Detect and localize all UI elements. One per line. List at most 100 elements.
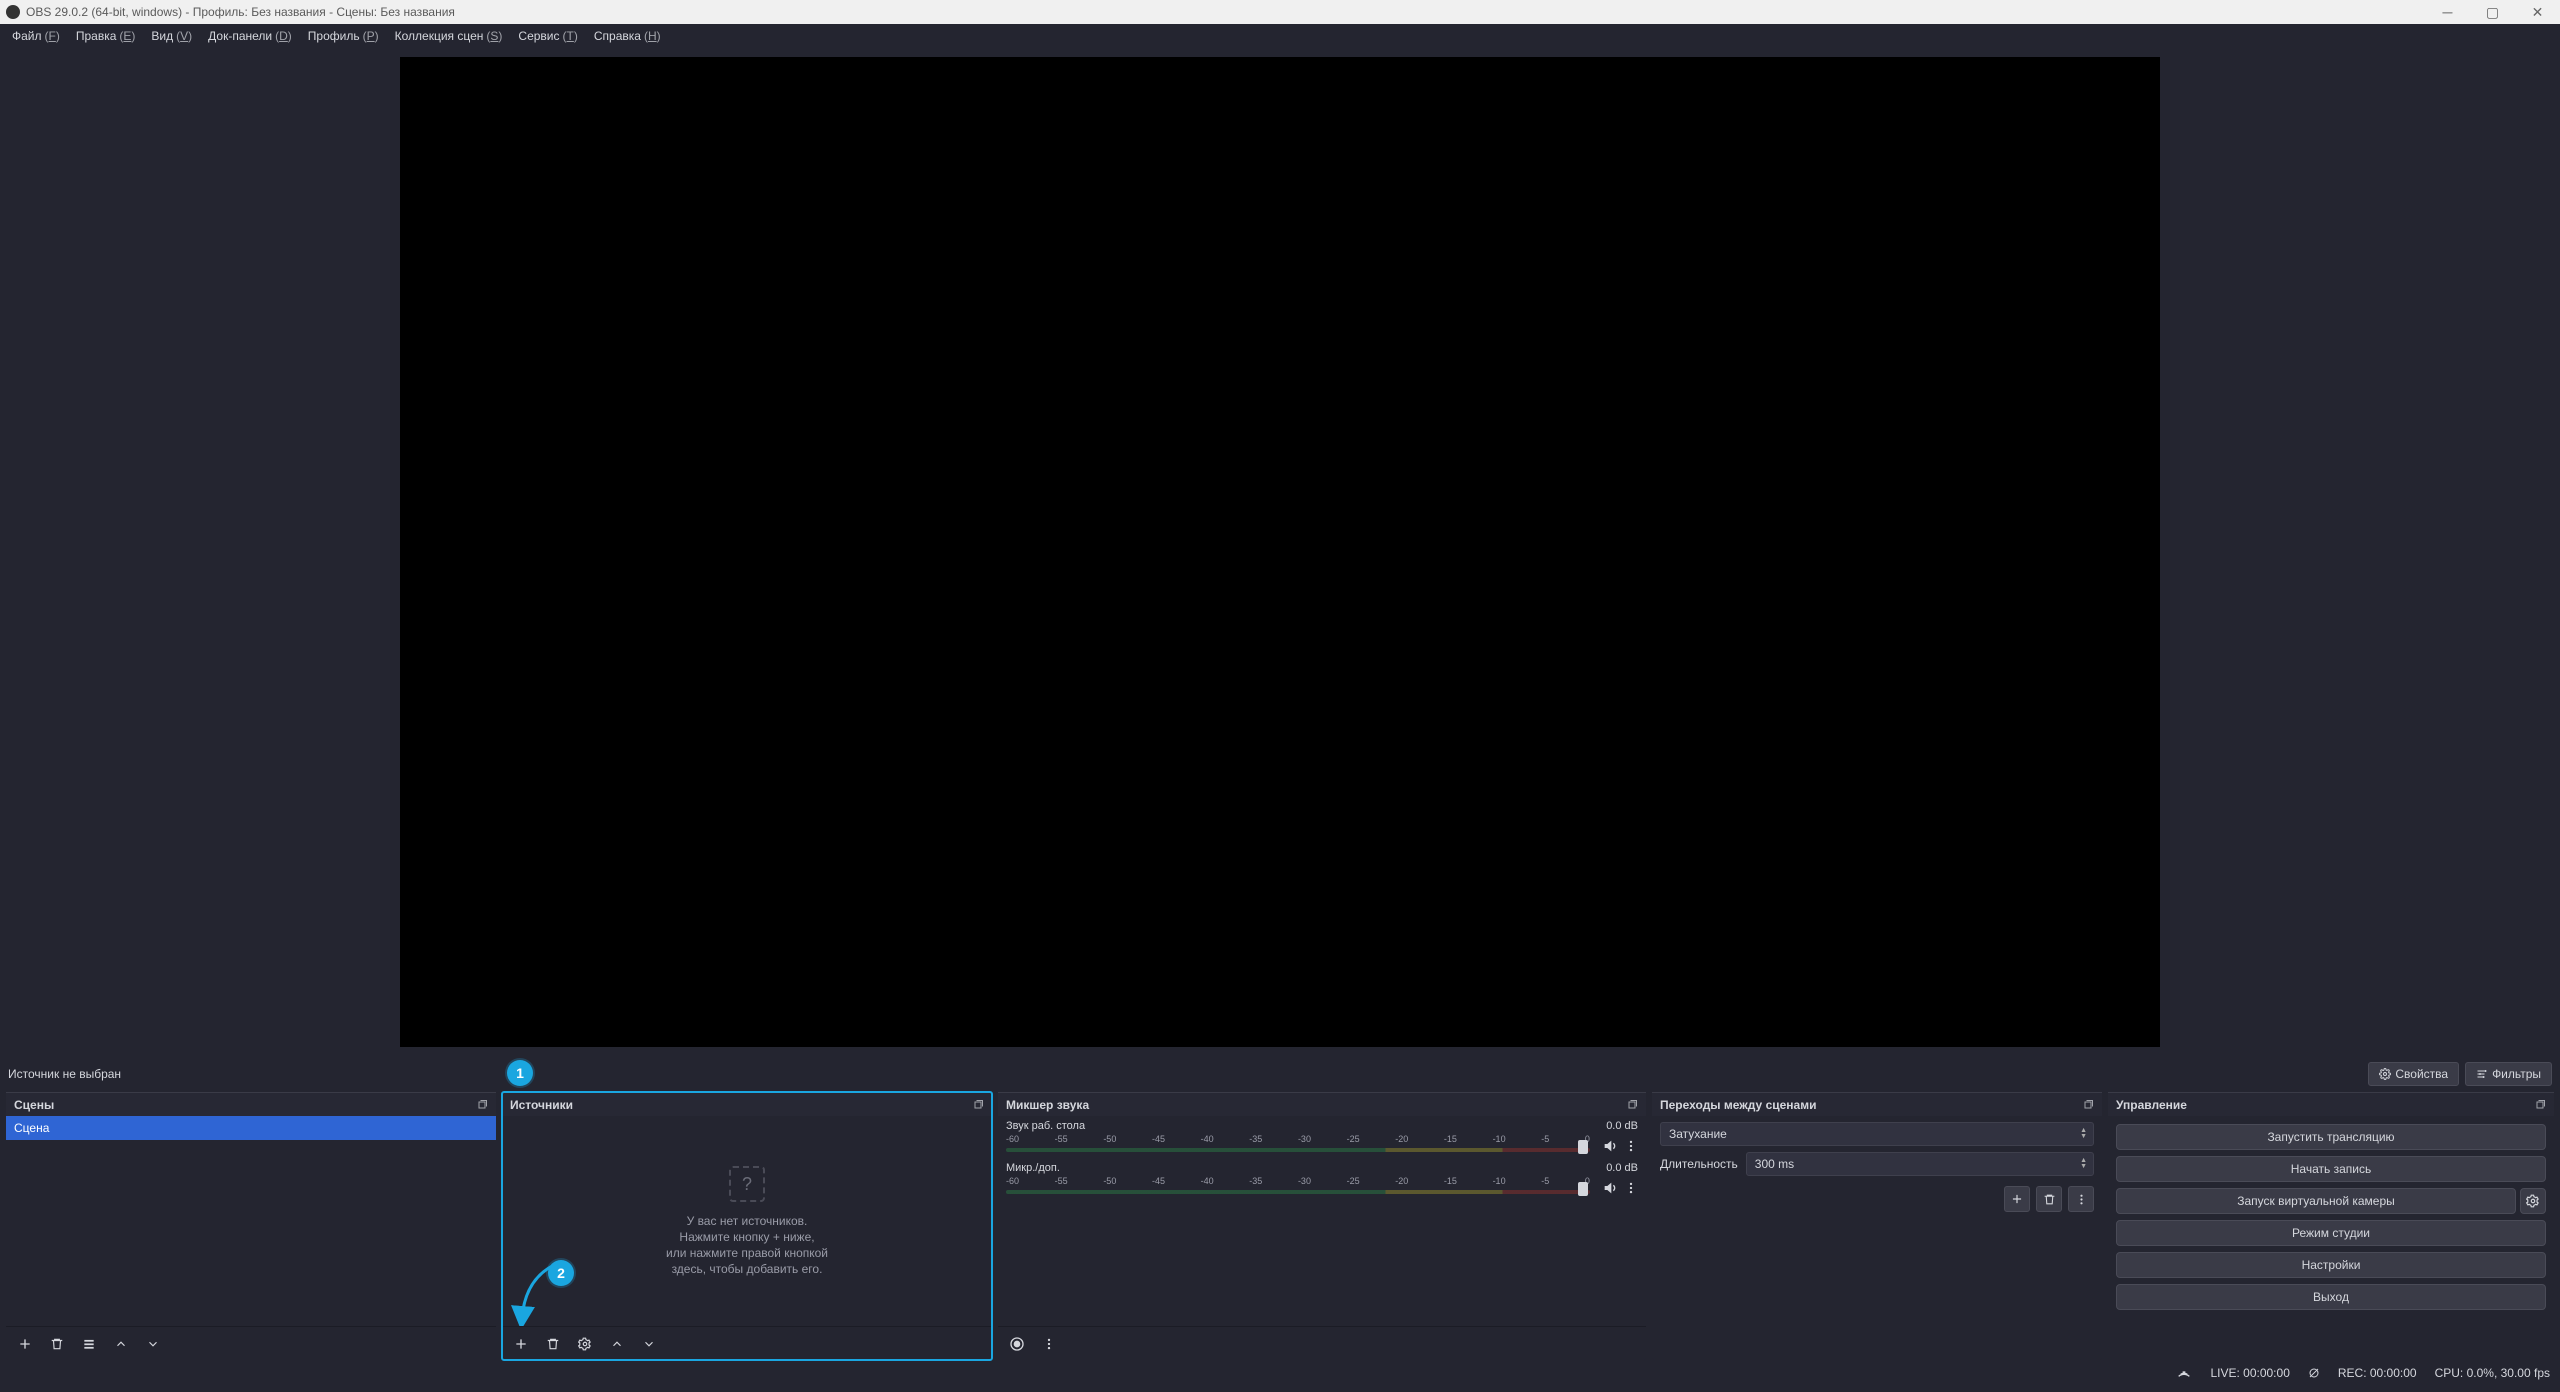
trash-icon	[2043, 1193, 2056, 1206]
gear-solid-icon	[1009, 1336, 1025, 1352]
docks-row: Сцены Сцена Источники ? У вас нет источн…	[0, 1092, 2560, 1360]
volume-slider[interactable]	[1578, 1182, 1588, 1196]
menu-правка[interactable]: Правка (E)	[68, 24, 144, 48]
status-cpu: CPU: 0.0%, 30.00 fps	[2435, 1366, 2550, 1380]
dock-title: Микшер звука	[1006, 1098, 1089, 1112]
duration-spin[interactable]: 300 ms ▲▼	[1746, 1152, 2094, 1176]
speaker-icon[interactable]	[1602, 1138, 1618, 1154]
remove-transition-button[interactable]	[2036, 1186, 2062, 1212]
start-record-button[interactable]: Начать запись	[2116, 1156, 2546, 1182]
mixer-body: Звук раб. стола 0.0 dB -60-55-50-45-40-3…	[998, 1116, 1646, 1326]
dock-title: Сцены	[14, 1098, 54, 1112]
window-titlebar: OBS 29.0.2 (64-bit, windows) - Профиль: …	[0, 0, 2560, 24]
channel-name: Микр./доп.	[1006, 1162, 1060, 1174]
status-live: LIVE: 00:00:00	[2210, 1366, 2289, 1380]
callout-badge-1: 1	[507, 1060, 533, 1086]
meter-scale: -60-55-50-45-40-35-30-25-20-15-10-50	[1006, 1134, 1590, 1146]
volume-slider[interactable]	[1578, 1140, 1588, 1154]
add-transition-button[interactable]	[2004, 1186, 2030, 1212]
menu-док-панели[interactable]: Док-панели (D)	[200, 24, 300, 48]
popout-icon[interactable]	[972, 1099, 984, 1111]
properties-button[interactable]: Свойства	[2368, 1062, 2459, 1086]
channel-menu-button[interactable]	[1624, 1139, 1638, 1153]
filters-button[interactable]: Фильтры	[2465, 1062, 2552, 1086]
popout-icon[interactable]	[2082, 1099, 2094, 1111]
dock-controls: Управление Запустить трансляцию Начать з…	[2108, 1092, 2554, 1360]
scene-item[interactable]: Сцена	[6, 1116, 496, 1140]
filters-icon	[2476, 1068, 2488, 1080]
speaker-icon[interactable]	[1602, 1180, 1618, 1196]
source-move-down-button[interactable]	[636, 1331, 662, 1357]
preview-canvas[interactable]	[400, 57, 2160, 1047]
dock-title: Источники	[510, 1098, 573, 1112]
close-button[interactable]: ✕	[2515, 0, 2560, 24]
source-toolbar: Источник не выбран Свойства Фильтры 1	[0, 1056, 2560, 1092]
virtual-cam-settings-button[interactable]	[2520, 1188, 2546, 1214]
sources-list[interactable]: ? У вас нет источников. Нажмите кнопку +…	[502, 1116, 992, 1326]
chevron-up-icon	[114, 1337, 128, 1351]
menu-профиль[interactable]: Профиль (P)	[300, 24, 387, 48]
studio-mode-button[interactable]: Режим студии	[2116, 1220, 2546, 1246]
dock-header-sources[interactable]: Источники	[502, 1092, 992, 1116]
settings-button[interactable]: Настройки	[2116, 1252, 2546, 1278]
menu-справка[interactable]: Справка (H)	[586, 24, 669, 48]
source-move-up-button[interactable]	[604, 1331, 630, 1357]
window-controls: ─ ▢ ✕	[2425, 0, 2560, 24]
kebab-icon	[1042, 1337, 1056, 1351]
dock-header-mixer[interactable]: Микшер звука	[998, 1092, 1646, 1116]
scene-move-down-button[interactable]	[140, 1331, 166, 1357]
chevron-up-icon	[610, 1337, 624, 1351]
start-stream-button[interactable]: Запустить трансляцию	[2116, 1124, 2546, 1150]
remove-source-button[interactable]	[540, 1331, 566, 1357]
menu-вид[interactable]: Вид (V)	[143, 24, 200, 48]
status-rec: REC: 00:00:00	[2338, 1366, 2417, 1380]
popout-icon[interactable]	[1626, 1099, 1638, 1111]
dock-header-scenes[interactable]: Сцены	[6, 1092, 496, 1116]
spin-arrows-icon: ▲▼	[2080, 1128, 2087, 1140]
channel-db: 0.0 dB	[1606, 1162, 1638, 1174]
plus-icon	[2010, 1192, 2024, 1206]
chevron-down-icon	[642, 1337, 656, 1351]
gear-icon	[2526, 1194, 2540, 1208]
minimize-button[interactable]: ─	[2425, 0, 2470, 24]
gear-icon	[578, 1337, 592, 1351]
transition-select[interactable]: Затухание ▲▼	[1660, 1122, 2094, 1146]
virtual-cam-button[interactable]: Запуск виртуальной камеры	[2116, 1188, 2516, 1214]
menu-сервис[interactable]: Сервис (T)	[510, 24, 585, 48]
exit-button[interactable]: Выход	[2116, 1284, 2546, 1310]
transition-menu-button[interactable]	[2068, 1186, 2094, 1212]
remove-scene-button[interactable]	[44, 1331, 70, 1357]
transitions-body: Затухание ▲▼ Длительность 300 ms ▲▼	[1652, 1116, 2102, 1218]
dock-header-transitions[interactable]: Переходы между сценами	[1652, 1092, 2102, 1116]
source-properties-button[interactable]	[572, 1331, 598, 1357]
scene-filter-button[interactable]	[76, 1331, 102, 1357]
window-title: OBS 29.0.2 (64-bit, windows) - Профиль: …	[26, 5, 455, 19]
menu-файл[interactable]: Файл (F)	[4, 24, 68, 48]
dock-header-controls[interactable]: Управление	[2108, 1092, 2554, 1116]
spin-arrows-icon: ▲▼	[2080, 1158, 2087, 1170]
add-source-button[interactable]	[508, 1331, 534, 1357]
app-icon	[6, 5, 20, 19]
duration-label: Длительность	[1660, 1157, 1738, 1171]
trash-icon	[50, 1337, 64, 1351]
meter-bar	[1006, 1148, 1590, 1152]
maximize-button[interactable]: ▢	[2470, 0, 2515, 24]
dock-title: Переходы между сценами	[1660, 1098, 1816, 1112]
menu-коллекция сцен[interactable]: Коллекция сцен (S)	[387, 24, 511, 48]
mixer-footer	[998, 1326, 1646, 1360]
add-scene-button[interactable]	[12, 1331, 38, 1357]
scenes-list[interactable]: Сцена	[6, 1116, 496, 1326]
scene-move-up-button[interactable]	[108, 1331, 134, 1357]
dock-mixer: Микшер звука Звук раб. стола 0.0 dB -60-…	[998, 1092, 1646, 1360]
properties-label: Свойства	[2395, 1067, 2448, 1081]
popout-icon[interactable]	[2534, 1099, 2546, 1111]
status-signal-icon	[2176, 1367, 2192, 1379]
advanced-audio-button[interactable]	[1004, 1331, 1030, 1357]
channel-menu-button[interactable]	[1624, 1181, 1638, 1195]
sources-empty-hint: ? У вас нет источников. Нажмите кнопку +…	[502, 1116, 992, 1326]
mixer-menu-button[interactable]	[1036, 1331, 1062, 1357]
plus-icon	[513, 1336, 529, 1352]
callout-badge-2: 2	[548, 1260, 574, 1286]
popout-icon[interactable]	[476, 1099, 488, 1111]
unknown-icon: ?	[729, 1166, 765, 1202]
